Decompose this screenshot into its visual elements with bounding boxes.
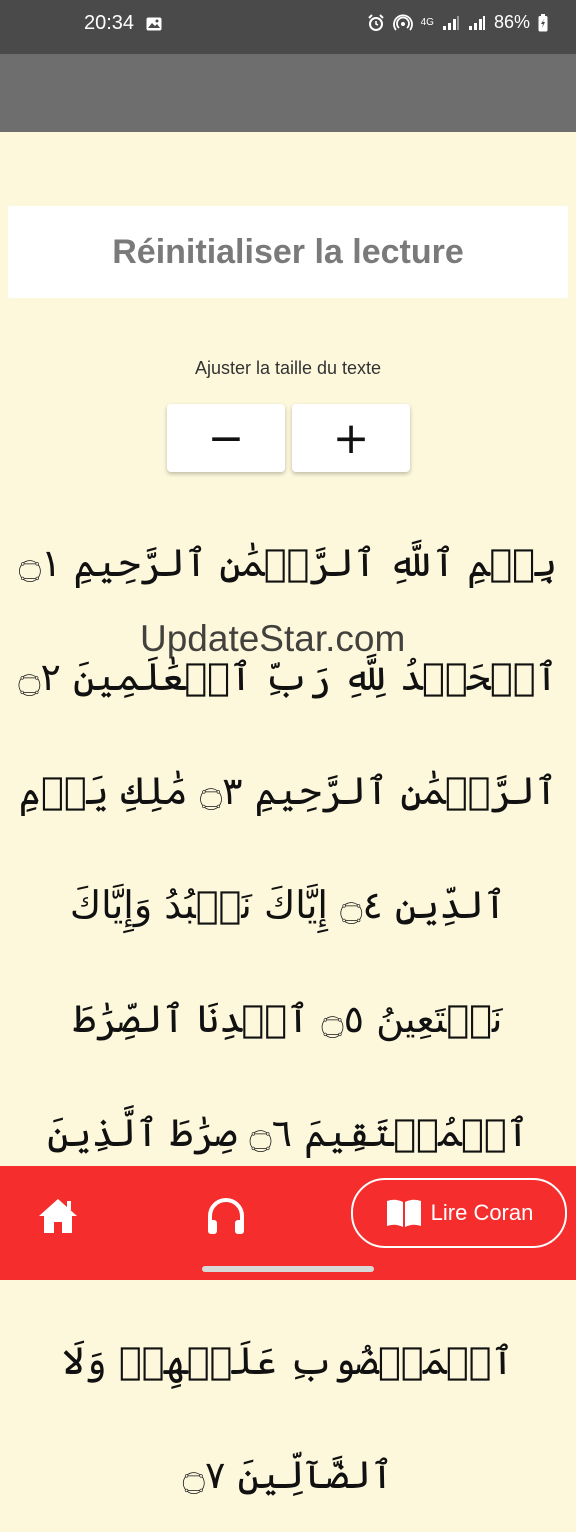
reset-reading-button[interactable]: Réinitialiser la lecture xyxy=(8,206,568,298)
battery-icon xyxy=(538,13,548,31)
alarm-icon xyxy=(367,13,384,31)
battery-percent: 86% xyxy=(493,12,530,32)
image-icon xyxy=(146,17,162,31)
signal-icon xyxy=(442,15,459,30)
increase-text-size-button[interactable]: + xyxy=(292,404,410,472)
bottom-nav: Lire Coran xyxy=(0,1166,576,1280)
book-icon xyxy=(386,1199,421,1227)
status-time: 20:34 xyxy=(84,12,135,34)
decrease-text-size-button[interactable]: − xyxy=(167,404,285,472)
home-indicator[interactable] xyxy=(202,1266,374,1272)
home-icon[interactable] xyxy=(36,1196,80,1236)
surah-text: بِسۡمِ ٱللَّهِ ٱلرَّحۡمَٰنِ ٱلرَّحِيمِ ۝… xyxy=(14,506,562,1497)
surah-verses: بِسۡمِ ٱللَّهِ ٱلرَّحۡمَٰنِ ٱلرَّحِيمِ ۝… xyxy=(18,541,558,1497)
signal-icon-2 xyxy=(468,15,485,30)
read-quran-button[interactable]: Lire Coran xyxy=(351,1178,567,1248)
hotspot-icon xyxy=(392,14,413,31)
text-size-label: Ajuster la taille du texte xyxy=(194,358,382,378)
headphones-icon[interactable] xyxy=(204,1196,248,1236)
app-bar xyxy=(0,54,576,132)
network-type: 4G xyxy=(420,16,434,28)
watermark: UpdateStar.com xyxy=(140,618,406,659)
read-quran-label: Lire Coran xyxy=(430,1200,534,1225)
status-bar: 20:34 4G 86% xyxy=(0,0,576,54)
status-icons: 4G 86% xyxy=(367,12,548,33)
